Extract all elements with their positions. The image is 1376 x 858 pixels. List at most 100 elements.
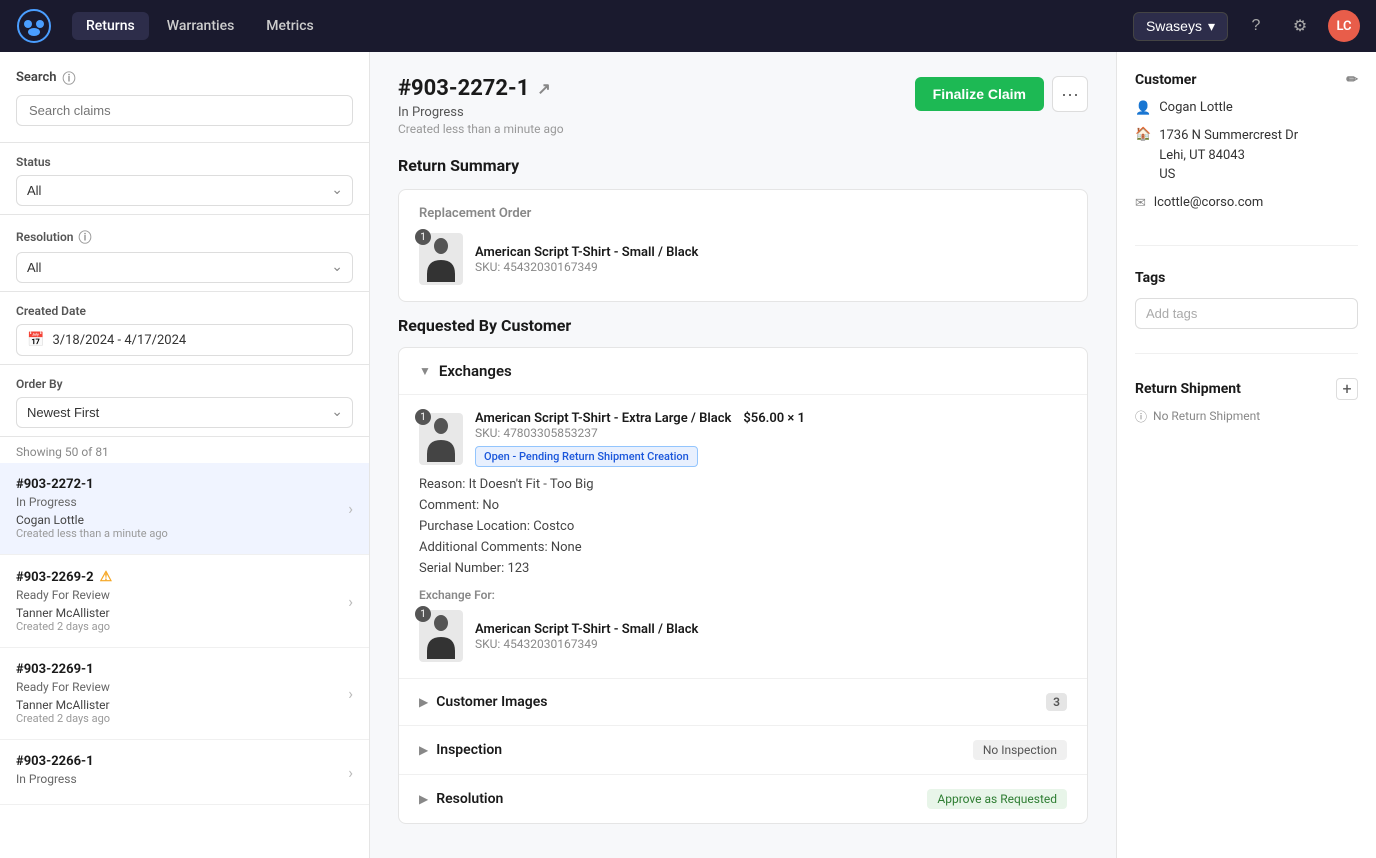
avatar[interactable]: LC xyxy=(1328,10,1360,42)
customer-name: Cogan Lottle xyxy=(1159,100,1233,115)
add-return-shipment-button[interactable]: + xyxy=(1336,378,1358,400)
return-summary-title: Return Summary xyxy=(398,156,1088,175)
return-shipment-title: Return Shipment xyxy=(1135,381,1241,397)
claim-date: Created 2 days ago xyxy=(16,712,348,725)
chevron-right-icon: › xyxy=(348,499,353,518)
requested-by-title: Requested By Customer xyxy=(398,316,1088,335)
nav-warranties[interactable]: Warranties xyxy=(153,12,249,40)
navbar: Returns Warranties Metrics Swaseys ▾ ? ⚙… xyxy=(0,0,1376,52)
resolution-header[interactable]: ▶ Resolution Approve as Requested xyxy=(399,775,1087,823)
more-options-button[interactable]: ··· xyxy=(1052,76,1088,112)
exchange-product-thumbnail: 1 xyxy=(419,413,463,465)
right-panel: Customer ✏ 👤 Cogan Lottle 🏠 1736 N Summe… xyxy=(1116,52,1376,858)
return-shipment-header: Return Shipment + xyxy=(1135,378,1358,400)
replacement-order-section: Replacement Order 1 American Script T-Sh… xyxy=(399,190,1087,301)
finalize-claim-button[interactable]: Finalize Claim xyxy=(915,77,1044,111)
chevron-right-icon: ▶ xyxy=(419,792,428,806)
email-icon: ✉ xyxy=(1135,196,1146,211)
inspection-status: No Inspection xyxy=(973,740,1067,760)
claim-status: Ready For Review xyxy=(16,680,348,694)
search-info-icon[interactable]: ⓘ xyxy=(63,68,76,87)
date-filter: Created Date 📅 3/18/2024 - 4/17/2024 xyxy=(0,292,369,365)
claim-status: In Progress xyxy=(16,495,348,509)
search-label: Search ⓘ xyxy=(16,68,353,87)
customer-address: 1736 N Summercrest Dr Lehi, UT 84043 US xyxy=(1159,126,1298,185)
resolution-info-icon[interactable]: ⓘ xyxy=(79,227,92,246)
claim-title: #903-2272-1 ↗ xyxy=(398,76,564,101)
tenant-selector[interactable]: Swaseys ▾ xyxy=(1133,12,1228,41)
customer-address-row: 🏠 1736 N Summercrest Dr Lehi, UT 84043 U… xyxy=(1135,126,1358,185)
return-summary-card: Replacement Order 1 American Script T-Sh… xyxy=(398,189,1088,302)
status-select-wrap: All xyxy=(16,175,353,206)
requested-by-card: ▼ Exchanges 1 American Script T xyxy=(398,347,1088,824)
order-by-filter: Order By Newest First xyxy=(0,365,369,437)
home-icon: 🏠 xyxy=(1135,127,1151,142)
resolution-section: ▶ Resolution Approve as Requested xyxy=(399,774,1087,823)
claims-list: #903-2272-1 In Progress Cogan Lottle Cre… xyxy=(0,463,369,858)
claim-item[interactable]: #903-2269-2 ⚠ Ready For Review Tanner Mc… xyxy=(0,555,369,648)
claim-customer: Cogan Lottle xyxy=(16,513,348,527)
exchange-for-label: Exchange For: xyxy=(419,588,1067,602)
open-pending-badge[interactable]: Open - Pending Return Shipment Creation xyxy=(475,446,698,467)
return-shipment-section: Return Shipment + ⓘ No Return Shipment xyxy=(1135,378,1358,449)
help-button[interactable]: ? xyxy=(1240,10,1272,42)
resolution-select[interactable]: All xyxy=(16,252,353,283)
sidebar: Search ⓘ Status All Resolution ⓘ All xyxy=(0,52,370,858)
replacement-product-info: American Script T-Shirt - Small / Black … xyxy=(475,245,698,274)
status-filter: Status All xyxy=(0,143,369,215)
external-link-icon[interactable]: ↗ xyxy=(537,79,550,98)
resolution-status: Approve as Requested xyxy=(927,789,1067,809)
status-label: Status xyxy=(16,155,353,169)
exchanges-accordion[interactable]: ▼ Exchanges xyxy=(399,348,1087,395)
customer-images-section: ▶ Customer Images 3 xyxy=(399,678,1087,725)
chevron-right-icon: › xyxy=(348,684,353,703)
claim-status-badge: In Progress xyxy=(398,105,564,120)
replacement-order-label: Replacement Order xyxy=(419,206,1067,221)
main-nav: Returns Warranties Metrics xyxy=(72,12,1133,40)
claim-customer: Tanner McAllister xyxy=(16,698,348,712)
claim-item[interactable]: #903-2266-1 In Progress › xyxy=(0,740,369,805)
nav-metrics[interactable]: Metrics xyxy=(252,12,327,40)
date-range-input[interactable]: 📅 3/18/2024 - 4/17/2024 xyxy=(16,324,353,356)
customer-title: Customer ✏ xyxy=(1135,72,1358,88)
exchanges-label: Exchanges xyxy=(439,362,512,380)
exchanges-body: 1 American Script T-Shirt - Extra Large … xyxy=(399,395,1087,678)
search-input[interactable] xyxy=(16,95,353,126)
reason-row: Reason: It Doesn't Fit - Too Big xyxy=(419,477,1067,492)
chevron-right-icon: › xyxy=(348,763,353,782)
date-label: Created Date xyxy=(16,304,353,318)
exchange-for-qty-badge: 1 xyxy=(415,606,431,622)
nav-returns[interactable]: Returns xyxy=(72,12,149,40)
status-select[interactable]: All xyxy=(16,175,353,206)
claim-id: #903-2266-1 xyxy=(16,754,348,769)
claim-item[interactable]: #903-2272-1 In Progress Cogan Lottle Cre… xyxy=(0,463,369,555)
inspection-header[interactable]: ▶ Inspection No Inspection xyxy=(399,726,1087,774)
customer-name-row: 👤 Cogan Lottle xyxy=(1135,100,1358,116)
order-by-label: Order By xyxy=(16,377,353,391)
comment-row: Comment: No xyxy=(419,498,1067,513)
chevron-down-icon: ▾ xyxy=(1208,18,1215,35)
product-thumbnail: 1 xyxy=(419,233,463,285)
logo[interactable] xyxy=(16,8,52,44)
resolution-select-wrap: All xyxy=(16,252,353,283)
calendar-icon: 📅 xyxy=(27,332,44,348)
person-icon: 👤 xyxy=(1135,101,1151,116)
order-by-select[interactable]: Newest First xyxy=(16,397,353,428)
customer-section: Customer ✏ 👤 Cogan Lottle 🏠 1736 N Summe… xyxy=(1135,72,1358,246)
claim-item[interactable]: #903-2269-1 Ready For Review Tanner McAl… xyxy=(0,648,369,740)
add-tags-select[interactable]: Add tags xyxy=(1135,298,1358,329)
customer-images-header[interactable]: ▶ Customer Images 3 xyxy=(399,679,1087,725)
chevron-right-icon: › xyxy=(348,592,353,611)
customer-email: lcottle@corso.com xyxy=(1154,195,1263,210)
tags-section: Tags Add tags xyxy=(1135,270,1358,354)
edit-customer-icon[interactable]: ✏ xyxy=(1346,72,1358,88)
exchange-for-product-row: 1 American Script T-Shirt - Small / Blac… xyxy=(419,610,1067,662)
header-actions: Finalize Claim ··· xyxy=(915,76,1088,112)
claim-id: #903-2272-1 xyxy=(16,477,348,492)
settings-button[interactable]: ⚙ xyxy=(1284,10,1316,42)
search-area: Search ⓘ xyxy=(0,52,369,143)
tags-title: Tags xyxy=(1135,270,1358,286)
product-qty-badge: 1 xyxy=(415,229,431,245)
customer-email-row: ✉ lcottle@corso.com xyxy=(1135,195,1358,211)
additional-comments-row: Additional Comments: None xyxy=(419,540,1067,555)
